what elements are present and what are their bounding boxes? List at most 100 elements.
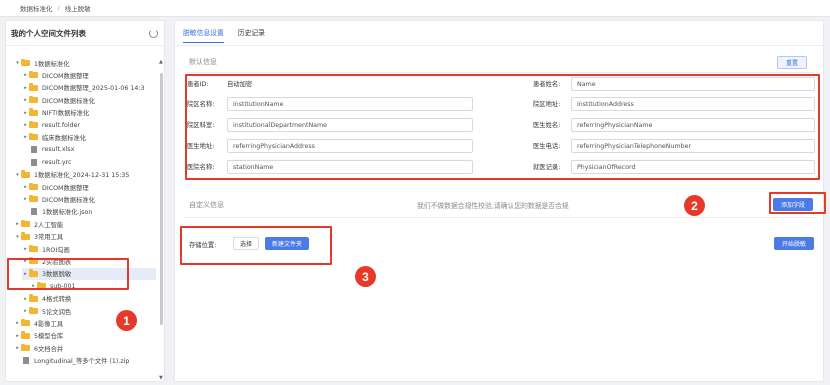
breadcrumb-separator: / xyxy=(57,4,60,12)
annotation-badge-1: 1 xyxy=(116,310,137,331)
file-icon xyxy=(31,208,37,216)
tree-folder-item[interactable]: ▾ 1数据标准化_2024-12-31 15:35 xyxy=(14,169,156,181)
tree-folder-item[interactable]: ▸ result.folder xyxy=(22,119,156,131)
caret-right-icon[interactable]: ▸ xyxy=(22,134,29,140)
tree-file-item[interactable]: Longitudinal_等多个文件 (1).zip xyxy=(14,355,156,367)
tree-item-label: 1ROI勾画 xyxy=(42,246,70,254)
refresh-icon[interactable] xyxy=(149,28,158,38)
tab-bar: 脱敏信息设置 历史记录 xyxy=(183,27,265,43)
caret-right-icon[interactable]: ▸ xyxy=(22,72,29,78)
file-icon xyxy=(31,146,37,154)
tab-divider xyxy=(175,45,823,46)
tree-item-label: DICOM数据整理 xyxy=(42,72,89,80)
tree-item-label: DICOM数据整理_2025-01-06 14:3 xyxy=(42,85,145,93)
folder-icon xyxy=(29,194,38,203)
tree-item-label: DICOM数据标准化 xyxy=(42,196,95,204)
tree-folder-item[interactable]: ▸ DICOM数据整理_2025-01-06 14:3 xyxy=(22,82,156,94)
caret-right-icon[interactable]: ▸ xyxy=(22,85,29,91)
caret-right-icon[interactable]: ▸ xyxy=(14,320,21,326)
breadcrumb: 数据标准化 / 线上脱敏 xyxy=(0,0,830,17)
scrollbar-thumb[interactable] xyxy=(160,73,163,325)
annotation-box-add-field xyxy=(769,192,826,214)
caret-right-icon[interactable]: ▸ xyxy=(22,184,29,190)
tree-item-label: 6文档合并 xyxy=(34,345,64,353)
scroll-down-icon[interactable]: ▼ xyxy=(159,375,163,381)
folder-icon xyxy=(29,108,38,116)
file-icon xyxy=(31,158,37,166)
file-icon xyxy=(23,357,29,365)
scroll-up-icon[interactable]: ▲ xyxy=(159,59,163,65)
tree-item-label: DICOM数据整理 xyxy=(42,184,89,192)
annotation-badge-2: 2 xyxy=(684,195,705,216)
caret-right-icon[interactable]: ▸ xyxy=(22,110,29,116)
section-divider xyxy=(185,217,815,218)
folder-icon xyxy=(29,95,38,104)
tree-file-item[interactable]: 1数据标准化.json xyxy=(22,206,156,218)
tree-folder-item[interactable]: ▸ 4格式转换 xyxy=(22,293,156,305)
tree-item-label: Longitudinal_等多个文件 (1).zip xyxy=(34,358,130,366)
tree-item-label: 2人工智能 xyxy=(34,221,64,229)
tree-item-label: 5论文润色 xyxy=(42,308,72,316)
caret-right-icon[interactable]: ▸ xyxy=(22,122,29,128)
caret-right-icon[interactable]: ▸ xyxy=(22,246,29,252)
annotation-badge-3: 3 xyxy=(355,266,376,287)
caret-right-icon[interactable]: ▸ xyxy=(14,345,21,351)
annotation-box-storage xyxy=(180,226,332,265)
folder-icon xyxy=(29,120,38,128)
folder-icon xyxy=(29,132,38,141)
tree-folder-item[interactable]: ▸ 2人工智能 xyxy=(14,218,156,230)
tree-item-label: 1数据标准化 xyxy=(34,60,70,68)
caret-right-icon[interactable]: ▸ xyxy=(22,308,29,314)
tree-item-label: 1数据标准化_2024-12-31 15:35 xyxy=(34,172,130,180)
tree-folder-item[interactable]: ▾ 3常用工具 xyxy=(14,231,156,243)
folder-icon xyxy=(29,70,38,79)
breadcrumb-root[interactable]: 数据标准化 xyxy=(20,3,53,13)
tree-folder-item[interactable]: ▸ 5模型仓库 xyxy=(14,330,156,342)
tree-folder-item[interactable]: ▸ 临床数据标准化 xyxy=(22,131,156,143)
tree-item-label: NIFTI数据标准化 xyxy=(42,110,90,118)
folder-icon xyxy=(29,294,38,302)
caret-down-icon[interactable]: ▾ xyxy=(14,234,21,240)
caret-right-icon[interactable]: ▸ xyxy=(22,196,29,202)
folder-icon xyxy=(29,306,38,314)
tree-item-label: result.xlsx xyxy=(42,146,75,154)
reset-button[interactable]: 重置 xyxy=(777,56,807,69)
tree-folder-item[interactable]: ▸ NIFTI数据标准化 xyxy=(22,107,156,119)
tree-folder-item[interactable]: ▸ DICOM数据标准化 xyxy=(22,94,156,106)
caret-right-icon[interactable]: ▸ xyxy=(14,221,21,227)
tree-item-label: result.folder xyxy=(42,121,81,129)
folder-icon xyxy=(29,182,38,190)
caret-right-icon[interactable]: ▸ xyxy=(22,296,29,302)
tree-folder-item[interactable]: ▸ 1ROI勾画 xyxy=(22,243,156,255)
tree-item-label: result.yrc xyxy=(42,158,72,166)
caret-right-icon[interactable]: ▸ xyxy=(22,97,29,103)
tree-item-label: 4格式转换 xyxy=(42,296,72,304)
tree-folder-item[interactable]: ▸ DICOM数据标准化 xyxy=(22,193,156,205)
folder-icon xyxy=(21,219,30,228)
tree-file-item[interactable]: result.yrc xyxy=(22,156,156,168)
tree-item-label: DICOM数据标准化 xyxy=(42,97,95,105)
tab-desensitize-settings[interactable]: 脱敏信息设置 xyxy=(183,27,224,43)
tree-item-label: 3常用工具 xyxy=(34,234,64,242)
default-info-title: 默认信息 xyxy=(189,58,217,66)
folder-icon xyxy=(21,232,30,240)
caret-right-icon[interactable]: ▸ xyxy=(14,333,21,339)
tree-folder-item[interactable]: ▸ DICOM数据整理 xyxy=(22,69,156,81)
custom-info-title: 自定义信息 xyxy=(189,201,224,209)
tree-item-label: 5模型仓库 xyxy=(34,333,64,341)
file-list-header: 我的个人空间文件列表 xyxy=(6,21,164,46)
caret-down-icon[interactable]: ▾ xyxy=(14,172,21,178)
tree-folder-item[interactable]: ▸ DICOM数据整理 xyxy=(22,181,156,193)
section-divider xyxy=(185,72,815,73)
file-list-title: 我的个人空间文件列表 xyxy=(11,28,86,38)
tree-folder-item[interactable]: ▸ 6文档合并 xyxy=(14,342,156,354)
compliance-hint: 我们不做数据合规性校验,请确认您的数据是否合规 xyxy=(417,202,569,210)
folder-icon xyxy=(21,58,30,66)
caret-down-icon[interactable]: ▾ xyxy=(14,60,21,66)
start-desensitize-button[interactable]: 开始脱敏 xyxy=(774,237,814,250)
tree-folder-item[interactable]: ▾ 1数据标准化 xyxy=(14,57,156,69)
tab-history[interactable]: 历史记录 xyxy=(238,27,265,43)
tree-item-label: 临床数据标准化 xyxy=(42,134,87,142)
tree-file-item[interactable]: result.xlsx xyxy=(22,144,156,156)
tree-item-label: 4影像工具 xyxy=(34,320,64,328)
